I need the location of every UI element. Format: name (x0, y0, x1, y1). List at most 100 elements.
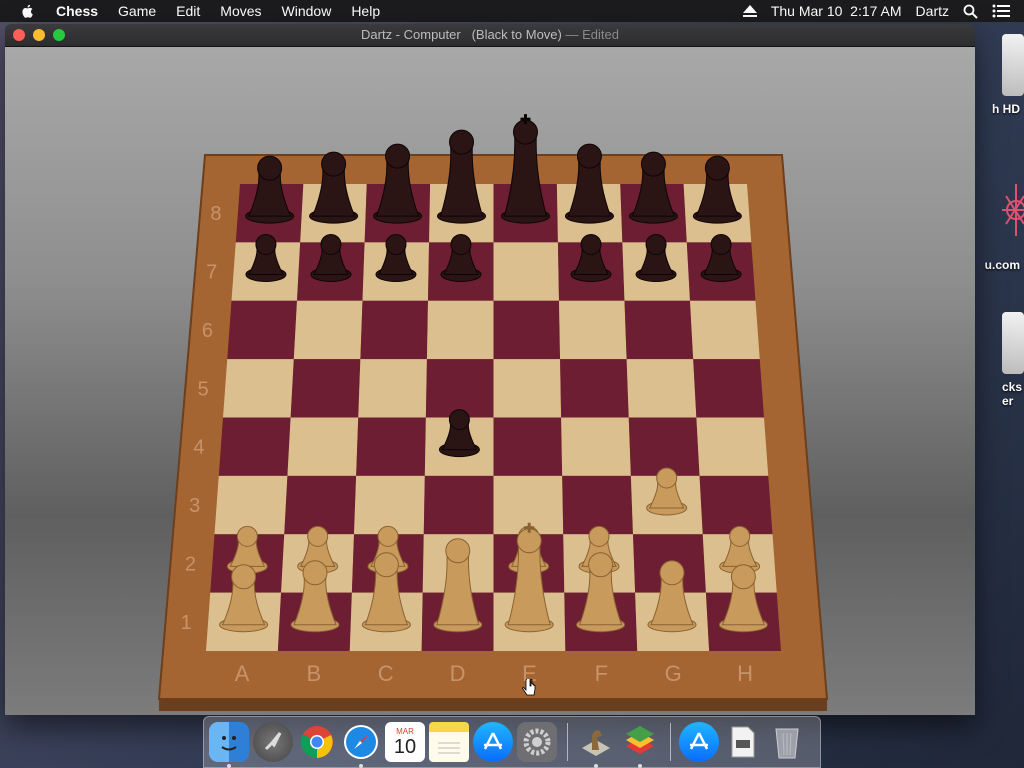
menu-game[interactable]: Game (108, 0, 166, 22)
file-label: B (306, 661, 321, 686)
board-square-b6[interactable] (293, 300, 363, 360)
board-square-e5[interactable] (493, 359, 562, 418)
menu-help[interactable]: Help (341, 0, 390, 22)
chess-knight-icon (582, 730, 610, 756)
dock-app-store[interactable] (473, 722, 513, 762)
menu-clock[interactable]: Thu Mar 10 2:17 AM (771, 3, 902, 19)
dock-finder[interactable] (209, 722, 249, 768)
file-label: F (595, 661, 608, 686)
minimize-window-button[interactable] (33, 29, 45, 41)
board-square-e7[interactable] (493, 242, 560, 301)
board-square-g4[interactable] (628, 417, 700, 476)
dock-separator (567, 723, 568, 761)
close-window-button[interactable] (13, 29, 25, 41)
board-square-d6[interactable] (426, 300, 494, 360)
board-square-d5[interactable] (425, 359, 494, 418)
desktop-icon-drive[interactable]: cks er (976, 312, 1024, 408)
menu-chess[interactable]: Chess (46, 0, 108, 22)
rank-label: 1 (181, 612, 192, 634)
rank-label: 3 (189, 495, 200, 517)
board-square-b3[interactable] (284, 475, 357, 535)
board-square-h4[interactable] (696, 417, 769, 476)
board-square-h3[interactable] (699, 475, 773, 535)
board-square-a3[interactable] (214, 475, 288, 535)
network-icon (1002, 172, 1024, 252)
rank-label: 8 (210, 203, 221, 225)
app-store-icon (483, 732, 503, 750)
file-label: G (665, 661, 682, 686)
board-square-b5[interactable] (290, 359, 361, 418)
file-label: A (235, 661, 250, 686)
dock-launchpad[interactable] (253, 722, 293, 762)
board-square-f4[interactable] (561, 417, 631, 476)
board-frame-edge (159, 699, 827, 711)
zoom-window-button[interactable] (53, 29, 65, 41)
drive-icon (1002, 312, 1024, 374)
desktop-icon-label: u.com (984, 258, 1020, 272)
desktop-icon-network[interactable]: u.com (976, 172, 1024, 272)
menu-window[interactable]: Window (272, 0, 342, 22)
dock-notes[interactable] (429, 722, 469, 762)
dock-safari[interactable] (341, 722, 381, 768)
board-square-c6[interactable] (360, 300, 428, 360)
dock-chess[interactable] (576, 722, 616, 768)
calendar-icon: MAR 10 (394, 727, 416, 758)
board-square-c3[interactable] (354, 475, 425, 535)
menu-user[interactable]: Dartz (916, 3, 949, 19)
dock-chrome[interactable] (297, 722, 337, 762)
board-square-b4[interactable] (287, 417, 359, 476)
desktop-icon-label: cks er (1002, 380, 1023, 408)
board-square-a5[interactable] (223, 359, 294, 418)
board-square-h6[interactable] (690, 300, 760, 360)
board-square-g5[interactable] (626, 359, 697, 418)
apple-logo-icon[interactable] (20, 3, 36, 19)
dock: MAR 10 (203, 716, 821, 768)
calendar-month: MAR (396, 726, 414, 736)
board-square-e4[interactable] (493, 417, 563, 476)
window-edited-status: — Edited (565, 27, 619, 42)
window-titlebar[interactable]: Dartz - Computer (Black to Move) — Edite… (5, 24, 975, 47)
board-square-d3[interactable] (423, 475, 494, 535)
dock-trash[interactable] (767, 722, 807, 762)
dock-bluestacks[interactable] (620, 722, 660, 768)
menu-moves[interactable]: Moves (210, 0, 271, 22)
layers-icon (626, 726, 654, 754)
chess-scene[interactable]: ABCDEFGH12345678 (5, 47, 975, 715)
document-icon (731, 726, 755, 758)
rank-label: 2 (185, 553, 196, 575)
board-square-f5[interactable] (560, 359, 629, 418)
file-label: D (450, 661, 466, 686)
menu-bar: Chess Game Edit Moves Window Help Thu Ma… (0, 0, 1024, 22)
eject-icon[interactable] (742, 5, 757, 17)
dock-calendar[interactable]: MAR 10 (385, 722, 425, 762)
dock-separator (670, 723, 671, 761)
window-subtitle: (Black to Move) (471, 27, 562, 42)
dock-app-store-downloads[interactable] (679, 722, 719, 762)
dock-document[interactable] (723, 722, 763, 762)
board-square-e6[interactable] (493, 300, 561, 360)
rank-label: 7 (206, 262, 217, 284)
board-square-g6[interactable] (624, 300, 694, 360)
file-label: H (737, 661, 753, 686)
chrome-icon (300, 726, 333, 759)
board-square-c5[interactable] (358, 359, 427, 418)
board-square-c4[interactable] (356, 417, 426, 476)
board-square-a4[interactable] (218, 417, 291, 476)
notes-icon (438, 742, 460, 754)
trash-icon (775, 728, 799, 759)
desktop-icon-hard-drive[interactable]: h HD (976, 34, 1024, 116)
board-square-f3[interactable] (562, 475, 633, 535)
notification-center-icon[interactable] (992, 4, 1010, 18)
board-square-f6[interactable] (559, 300, 627, 360)
spotlight-search-icon[interactable] (963, 4, 978, 19)
menu-edit[interactable]: Edit (166, 0, 210, 22)
chess-window: Dartz - Computer (Black to Move) — Edite… (5, 24, 975, 715)
desktop-icon-label: h HD (992, 102, 1020, 116)
rank-label: 6 (202, 320, 213, 342)
board-square-a6[interactable] (227, 300, 297, 360)
window-title: Dartz - Computer (361, 27, 461, 42)
dock-system-preferences[interactable] (517, 722, 557, 762)
hard-drive-icon (1002, 34, 1024, 96)
board-square-h5[interactable] (693, 359, 764, 418)
chess-board[interactable]: A B C D E F G H12345678 (5, 47, 975, 715)
